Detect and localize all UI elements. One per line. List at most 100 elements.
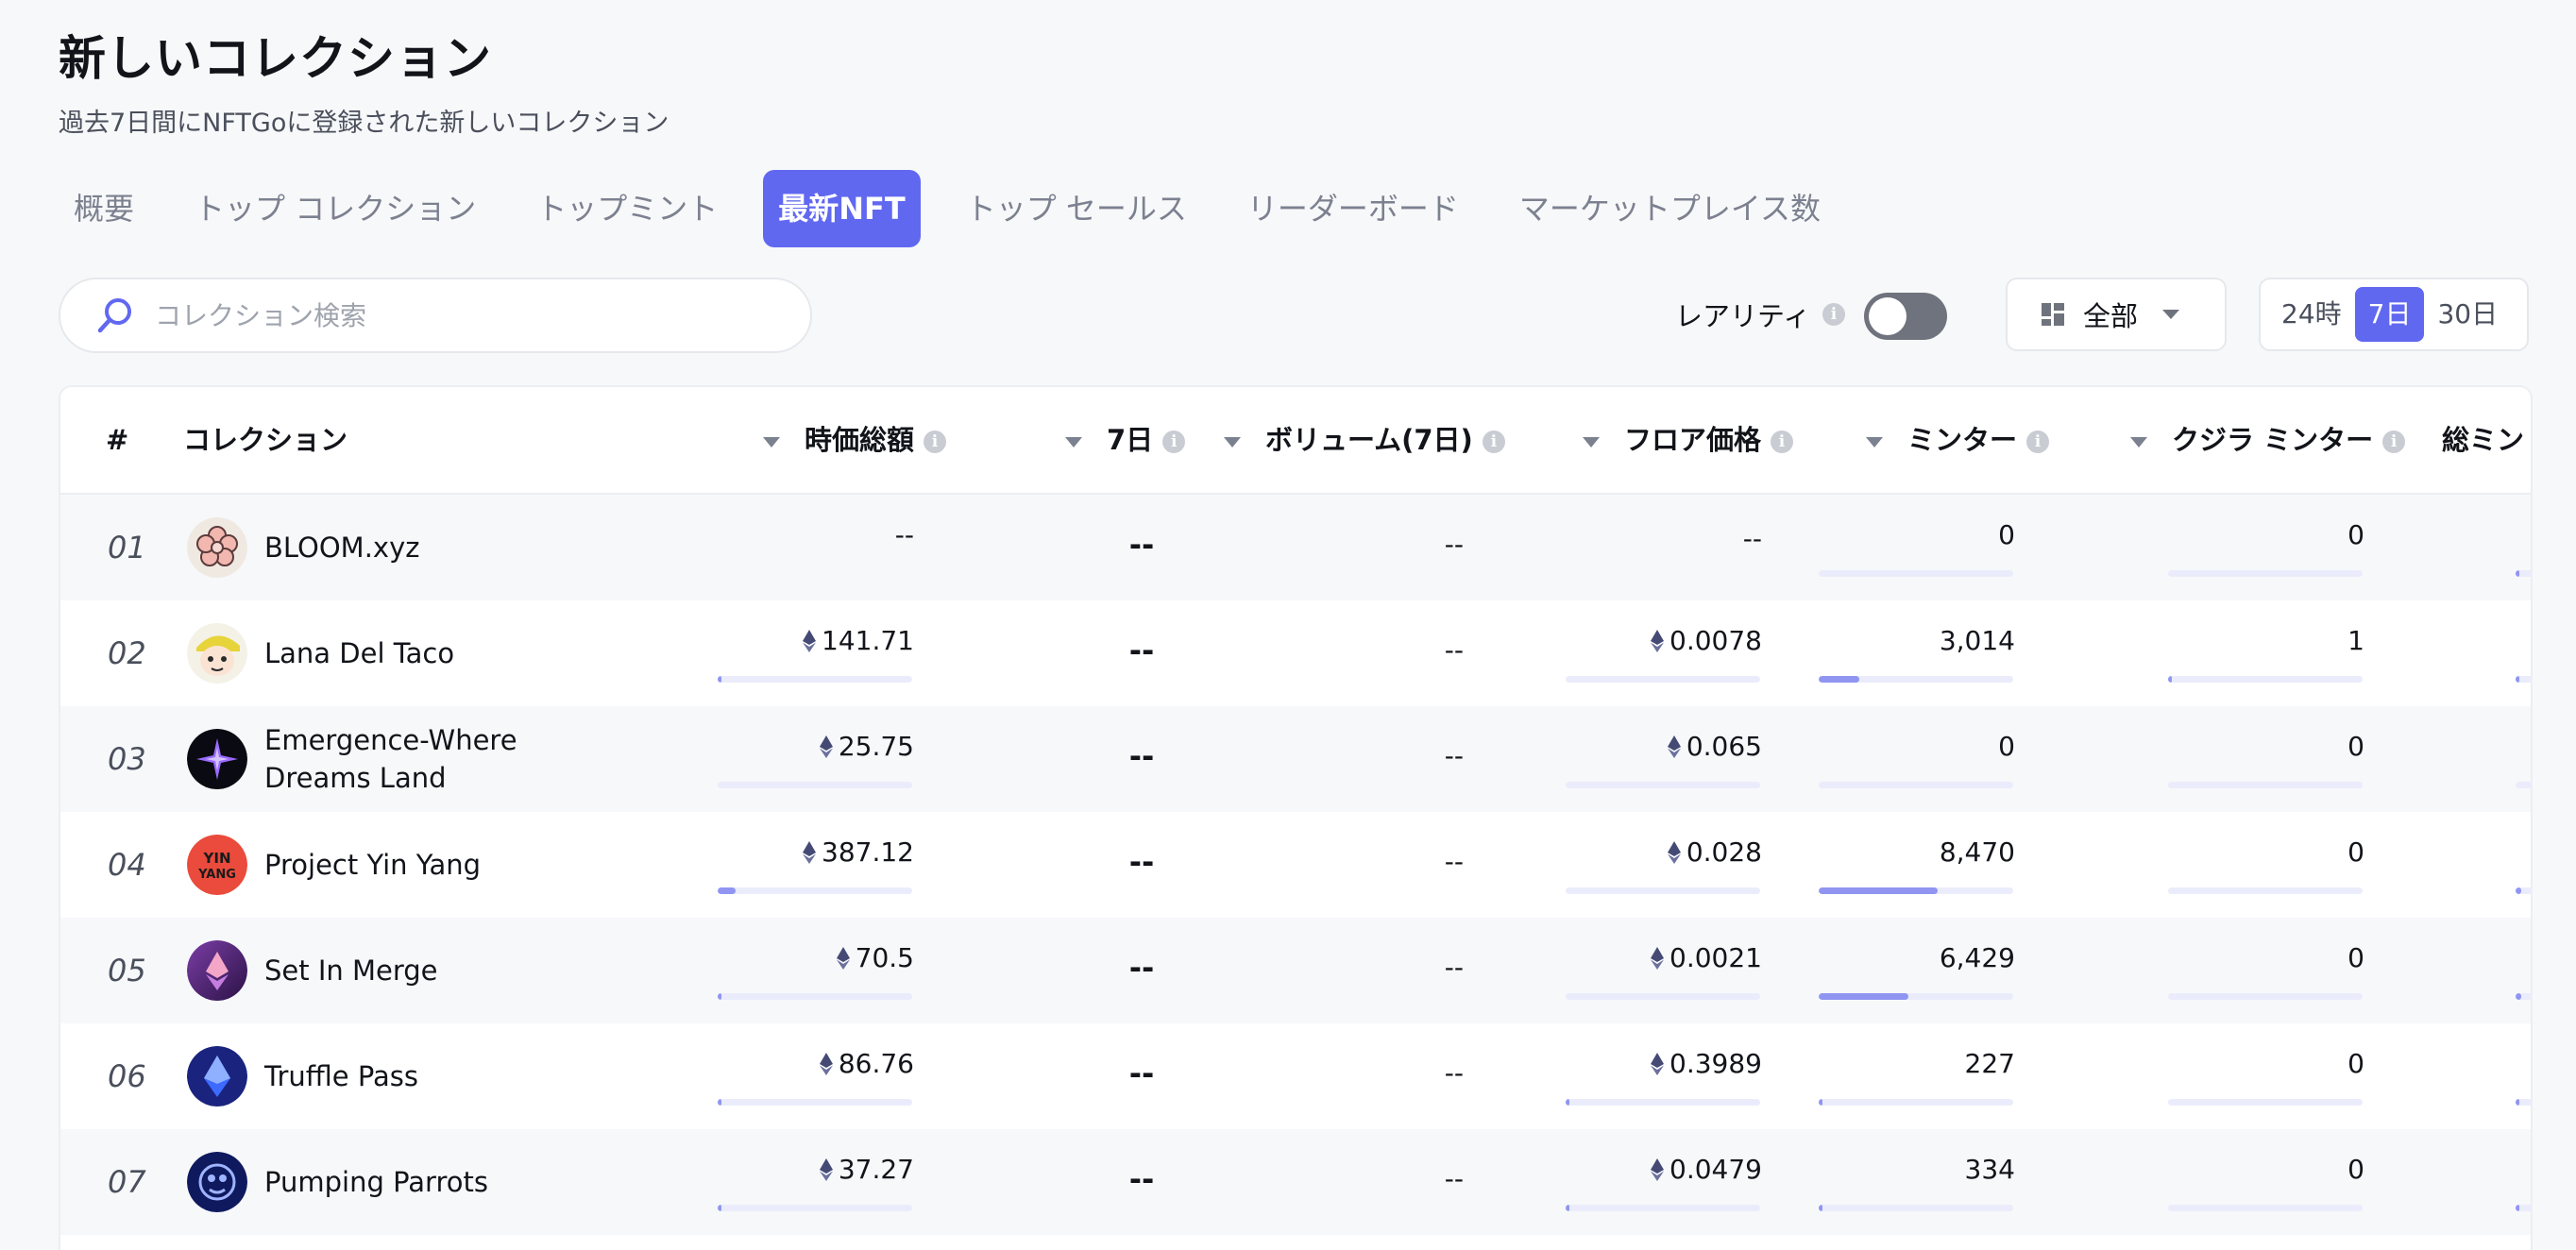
col-floor-price[interactable]: フロア価格 i <box>1583 387 1794 493</box>
market-cap-value: 387.12 <box>822 836 914 868</box>
market-cap-value: 37.27 <box>838 1154 914 1185</box>
table-row[interactable]: 01 BLOOM.xyz -- -- -- -- 0 0 <box>60 495 2531 600</box>
collection-name[interactable]: Pumping Parrots <box>264 1129 567 1235</box>
bar-fill <box>718 676 722 683</box>
market-cap-cell: 25.75 <box>819 731 914 762</box>
bar-fill <box>718 993 722 1000</box>
eth-icon <box>819 1158 833 1181</box>
sort-icon <box>1866 436 1883 448</box>
floor-price-cell: 0.0479 <box>1651 1154 1762 1185</box>
col-change-7d[interactable]: 7日 i <box>1065 387 1186 493</box>
info-icon: i <box>1482 431 1505 453</box>
flower-avatar[interactable] <box>187 517 247 578</box>
market-cap-cell: 141.71 <box>803 625 914 656</box>
collection-name[interactable]: Lana Del Taco <box>264 600 567 706</box>
col-market-cap[interactable]: 時価総額 i <box>763 387 947 493</box>
tab-top-sales[interactable]: トップ セールス <box>951 170 1202 247</box>
bar-fill <box>2168 676 2173 683</box>
table-row[interactable]: 04 YIN YANG Project Yin Yang 387.12 -- -- 0.028… <box>60 812 2531 918</box>
range-24h[interactable]: 24時 <box>2268 287 2355 342</box>
table-row[interactable]: 05 Set In Merge 70.5 -- -- 0.0021 6,429 0 <box>60 918 2531 1023</box>
bar-fill <box>2516 676 2520 683</box>
tab-latest-nft[interactable]: 最新NFT <box>763 170 921 247</box>
bar-fill <box>2516 570 2520 577</box>
table-row[interactable]: 07 Pumping Parrots 37.27 -- -- 0.0479 334 0 <box>60 1129 2531 1235</box>
chevron-down-icon <box>2162 310 2180 319</box>
filter-dropdown[interactable]: 全部 <box>2006 278 2227 351</box>
col-volume-7d-label: ボリューム(7日) <box>1265 424 1473 456</box>
yinyang-avatar[interactable]: YIN YANG <box>187 835 247 895</box>
star-avatar[interactable] <box>187 729 247 789</box>
table-row[interactable]: 02 Lana Del Taco 141.71 -- -- 0.0078 3,014 1 <box>60 600 2531 706</box>
parrot-avatar[interactable] <box>187 1152 247 1212</box>
collection-name[interactable]: Set In Merge <box>264 918 567 1023</box>
collection-name[interactable]: Truffle Pass <box>264 1023 567 1129</box>
eth-icon <box>1651 630 1665 652</box>
cartoon-avatar[interactable] <box>187 623 247 684</box>
col-volume-7d[interactable]: ボリューム(7日) i <box>1224 387 1505 493</box>
market-cap-value: 25.75 <box>838 731 914 762</box>
whale-minters-bar <box>2168 570 2363 577</box>
eth-icon <box>819 1053 833 1075</box>
search-input[interactable] <box>153 298 761 332</box>
change-7d-value: -- <box>1128 527 1155 563</box>
info-icon: i <box>2026 431 2050 453</box>
collection-name[interactable]: BLOOM.xyz <box>264 495 567 600</box>
tab-marketplaces[interactable]: マーケットプレイス数 <box>1504 170 1836 247</box>
range-7d[interactable]: 7日 <box>2354 287 2425 342</box>
tab-top-mints[interactable]: トップミント <box>521 170 733 247</box>
market-cap-value: 141.71 <box>822 625 914 656</box>
bar-fill <box>1819 993 1908 1000</box>
bar-fill <box>1819 887 1938 894</box>
bar-fill <box>718 1099 722 1106</box>
col-market-cap-label: 時価総額 <box>805 424 915 456</box>
row-rank: 04 <box>108 847 146 883</box>
floor-price-cell: 0.0021 <box>1651 942 1762 973</box>
floor-price-value: 0.0021 <box>1669 942 1762 973</box>
table-row[interactable]: 06 Truffle Pass 86.76 -- -- 0.3989 227 0 <box>60 1023 2531 1129</box>
collection-name[interactable]: Emergence-Where Dreams Land <box>264 706 567 812</box>
whale-minters-bar <box>2168 1205 2363 1211</box>
tab-leaderboard[interactable]: リーダーボード <box>1232 170 1474 247</box>
collection-name[interactable]: Project Yin Yang <box>264 812 567 918</box>
sort-icon <box>1224 436 1241 448</box>
total-mints-bar <box>2516 887 2531 894</box>
crystal-avatar[interactable] <box>187 1046 247 1106</box>
page: 新しいコレクション 過去7日間にNFTGoに登録された新しいコレクション 概要 … <box>0 0 2576 1250</box>
col-floor-price-label: フロア価格 <box>1624 424 1762 456</box>
market-cap-bar <box>718 1099 912 1106</box>
floor-price-cell: 0.3989 <box>1651 1048 1762 1079</box>
rarity-info-icon[interactable]: i <box>1822 303 1845 326</box>
svg-text:YANG: YANG <box>197 868 236 882</box>
bar-fill <box>718 1205 722 1211</box>
bar-fill <box>2516 1099 2520 1106</box>
volume-7d-value: -- <box>1444 529 1464 560</box>
filter-label: 全部 <box>2083 300 2139 332</box>
info-icon: i <box>2382 431 2406 453</box>
col-minters[interactable]: ミンター i <box>1866 387 2050 493</box>
rarity-toggle[interactable] <box>1864 293 1947 340</box>
eth-avatar[interactable] <box>187 940 247 1001</box>
col-total-mints[interactable]: 総ミント <box>2442 387 2531 493</box>
tab-top-collections[interactable]: トップ コレクション <box>179 170 491 247</box>
col-change-7d-label: 7日 <box>1107 424 1154 456</box>
search-box[interactable] <box>59 278 812 353</box>
bar-fill <box>2516 993 2522 1000</box>
tab-overview[interactable]: 概要 <box>59 170 149 247</box>
range-30d[interactable]: 30日 <box>2424 287 2511 342</box>
floor-price-bar <box>1566 1205 1760 1211</box>
whale-minters-bar <box>2168 1099 2363 1106</box>
minters-value: 0 <box>1998 731 2015 762</box>
col-collection[interactable]: コレクション <box>183 387 347 493</box>
info-icon: i <box>1771 431 1794 453</box>
bar-fill <box>2516 1205 2520 1211</box>
info-icon: i <box>924 431 947 453</box>
table-row[interactable]: 03 Emergence-Where Dreams Land 25.75 -- -- 0.… <box>60 706 2531 812</box>
sort-icon <box>763 436 780 448</box>
floor-price-value: 0.3989 <box>1669 1048 1762 1079</box>
col-whale-minters[interactable]: クジラ ミンター i <box>2130 387 2406 493</box>
eth-icon <box>803 841 817 864</box>
minters-bar <box>1819 1099 2013 1106</box>
sort-icon <box>2130 436 2147 448</box>
eth-icon <box>1651 947 1665 970</box>
